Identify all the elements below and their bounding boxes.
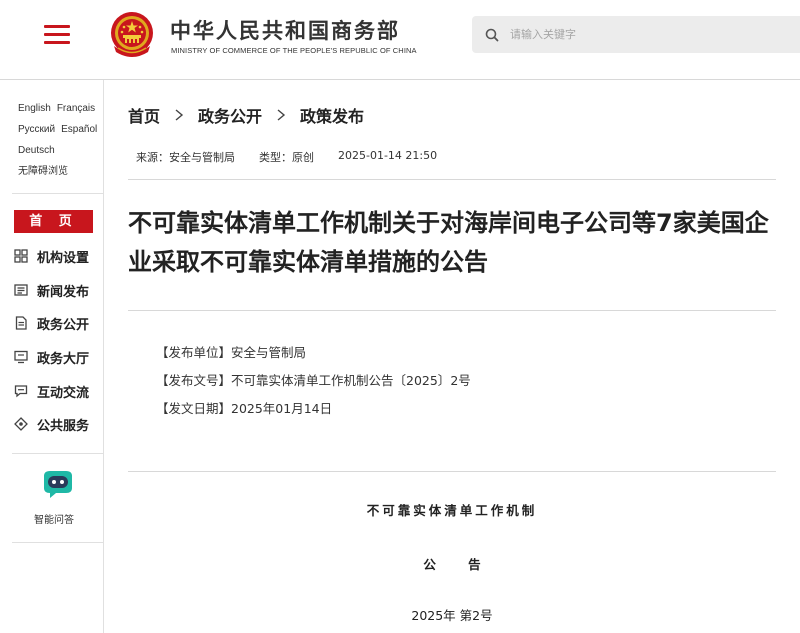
- breadcrumb-policy-release[interactable]: 政策发布: [300, 103, 364, 127]
- ministry-name-en: MINISTRY OF COMMERCE OF THE PEOPLE'S REP…: [171, 46, 417, 55]
- chevron-right-icon: [277, 109, 286, 121]
- news-icon: [14, 284, 28, 296]
- article-meta: 来源：安全与管制局 类型：原创 2025-01-14 21:50: [136, 149, 461, 165]
- document-icon: [15, 316, 27, 330]
- chat-icon: [14, 385, 28, 398]
- search-bar: [472, 16, 800, 53]
- sidebar-item-label: 政务公开: [37, 317, 90, 333]
- lang-french-link[interactable]: Français: [57, 103, 95, 114]
- lang-russian-link[interactable]: Русский: [18, 124, 55, 135]
- info-doc-number: 【发布文号】不可靠实体清单工作机制公告〔2025〕2号: [156, 373, 471, 388]
- site-header: 中华人民共和国商务部 MINISTRY OF COMMERCE OF THE P…: [0, 0, 800, 80]
- source-text: 来源：安全与管制局: [136, 151, 235, 164]
- breadcrumb-gov-affairs[interactable]: 政务公开: [198, 103, 262, 127]
- article-title: 不可靠实体清单工作机制关于对海岸间电子公司等7家美国企业采取不可靠实体清单措施的…: [128, 209, 769, 276]
- lang-german-link[interactable]: Deutsch: [18, 145, 55, 156]
- breadcrumb: 首页 政务公开 政策发布: [128, 103, 364, 127]
- article-info: 【发布单位】安全与管制局 【发布文号】不可靠实体清单工作机制公告〔2025〕2号…: [156, 339, 471, 423]
- document-kind: 公 告: [423, 557, 495, 572]
- lang-english-link[interactable]: English: [18, 103, 51, 114]
- sidebar-divider: [12, 453, 104, 454]
- sidebar-divider: [12, 193, 104, 194]
- sidebar-item-label: 新闻发布: [37, 284, 90, 300]
- divider: [128, 179, 776, 180]
- sidebar-item-organization[interactable]: 机构设置: [14, 245, 89, 267]
- chevron-right-icon: [175, 109, 184, 121]
- grid-icon: [14, 249, 28, 263]
- type-text: 类型：原创: [259, 151, 314, 164]
- divider: [128, 471, 776, 472]
- sidebar-item-label: 公共服务: [37, 418, 90, 434]
- info-publish-date: 【发文日期】2025年01月14日: [156, 401, 333, 416]
- sidebar-item-news[interactable]: 新闻发布: [14, 279, 89, 301]
- document-issuer: 不可靠实体清单工作机制: [366, 503, 538, 518]
- info-publisher: 【发布单位】安全与管制局: [156, 345, 307, 360]
- national-emblem-icon[interactable]: [108, 10, 156, 62]
- breadcrumb-home[interactable]: 首页: [128, 103, 160, 127]
- sidebar-item-label: 机构设置: [37, 250, 90, 266]
- lang-spanish-link[interactable]: Español: [61, 124, 97, 135]
- menu-icon[interactable]: [44, 25, 70, 47]
- service-icon: [14, 417, 28, 431]
- sidebar-item-label: 政务大厅: [37, 351, 90, 367]
- monitor-icon: [14, 350, 28, 364]
- sidebar-item-service-hall[interactable]: 政务大厅: [14, 346, 89, 368]
- sidebar-item-interaction[interactable]: 互动交流: [14, 380, 89, 402]
- document-number: 2025年 第2号: [411, 608, 493, 623]
- sidebar-item-public-service[interactable]: 公共服务: [14, 413, 89, 435]
- sidebar-item-label: 互动交流: [37, 385, 90, 401]
- home-nav-button[interactable]: 首 页: [14, 210, 93, 233]
- accessibility-link[interactable]: 无障碍浏览: [18, 166, 68, 177]
- sidebar-item-gov-affairs[interactable]: 政务公开: [14, 312, 89, 334]
- ai-assistant-label[interactable]: 智能问答: [34, 511, 74, 526]
- publish-datetime: 2025-01-14 21:50: [338, 149, 438, 162]
- ministry-name-cn[interactable]: 中华人民共和国商务部: [170, 15, 400, 45]
- search-input[interactable]: [510, 28, 770, 41]
- sidebar: English Français Русский Español Deutsch 无…: [0, 80, 104, 633]
- search-icon[interactable]: [484, 27, 500, 43]
- divider: [128, 310, 776, 311]
- sidebar-divider: [12, 542, 104, 543]
- robot-assistant-icon[interactable]: [36, 470, 80, 500]
- language-links: English Français Русский Español Deutsch 无…: [18, 98, 104, 182]
